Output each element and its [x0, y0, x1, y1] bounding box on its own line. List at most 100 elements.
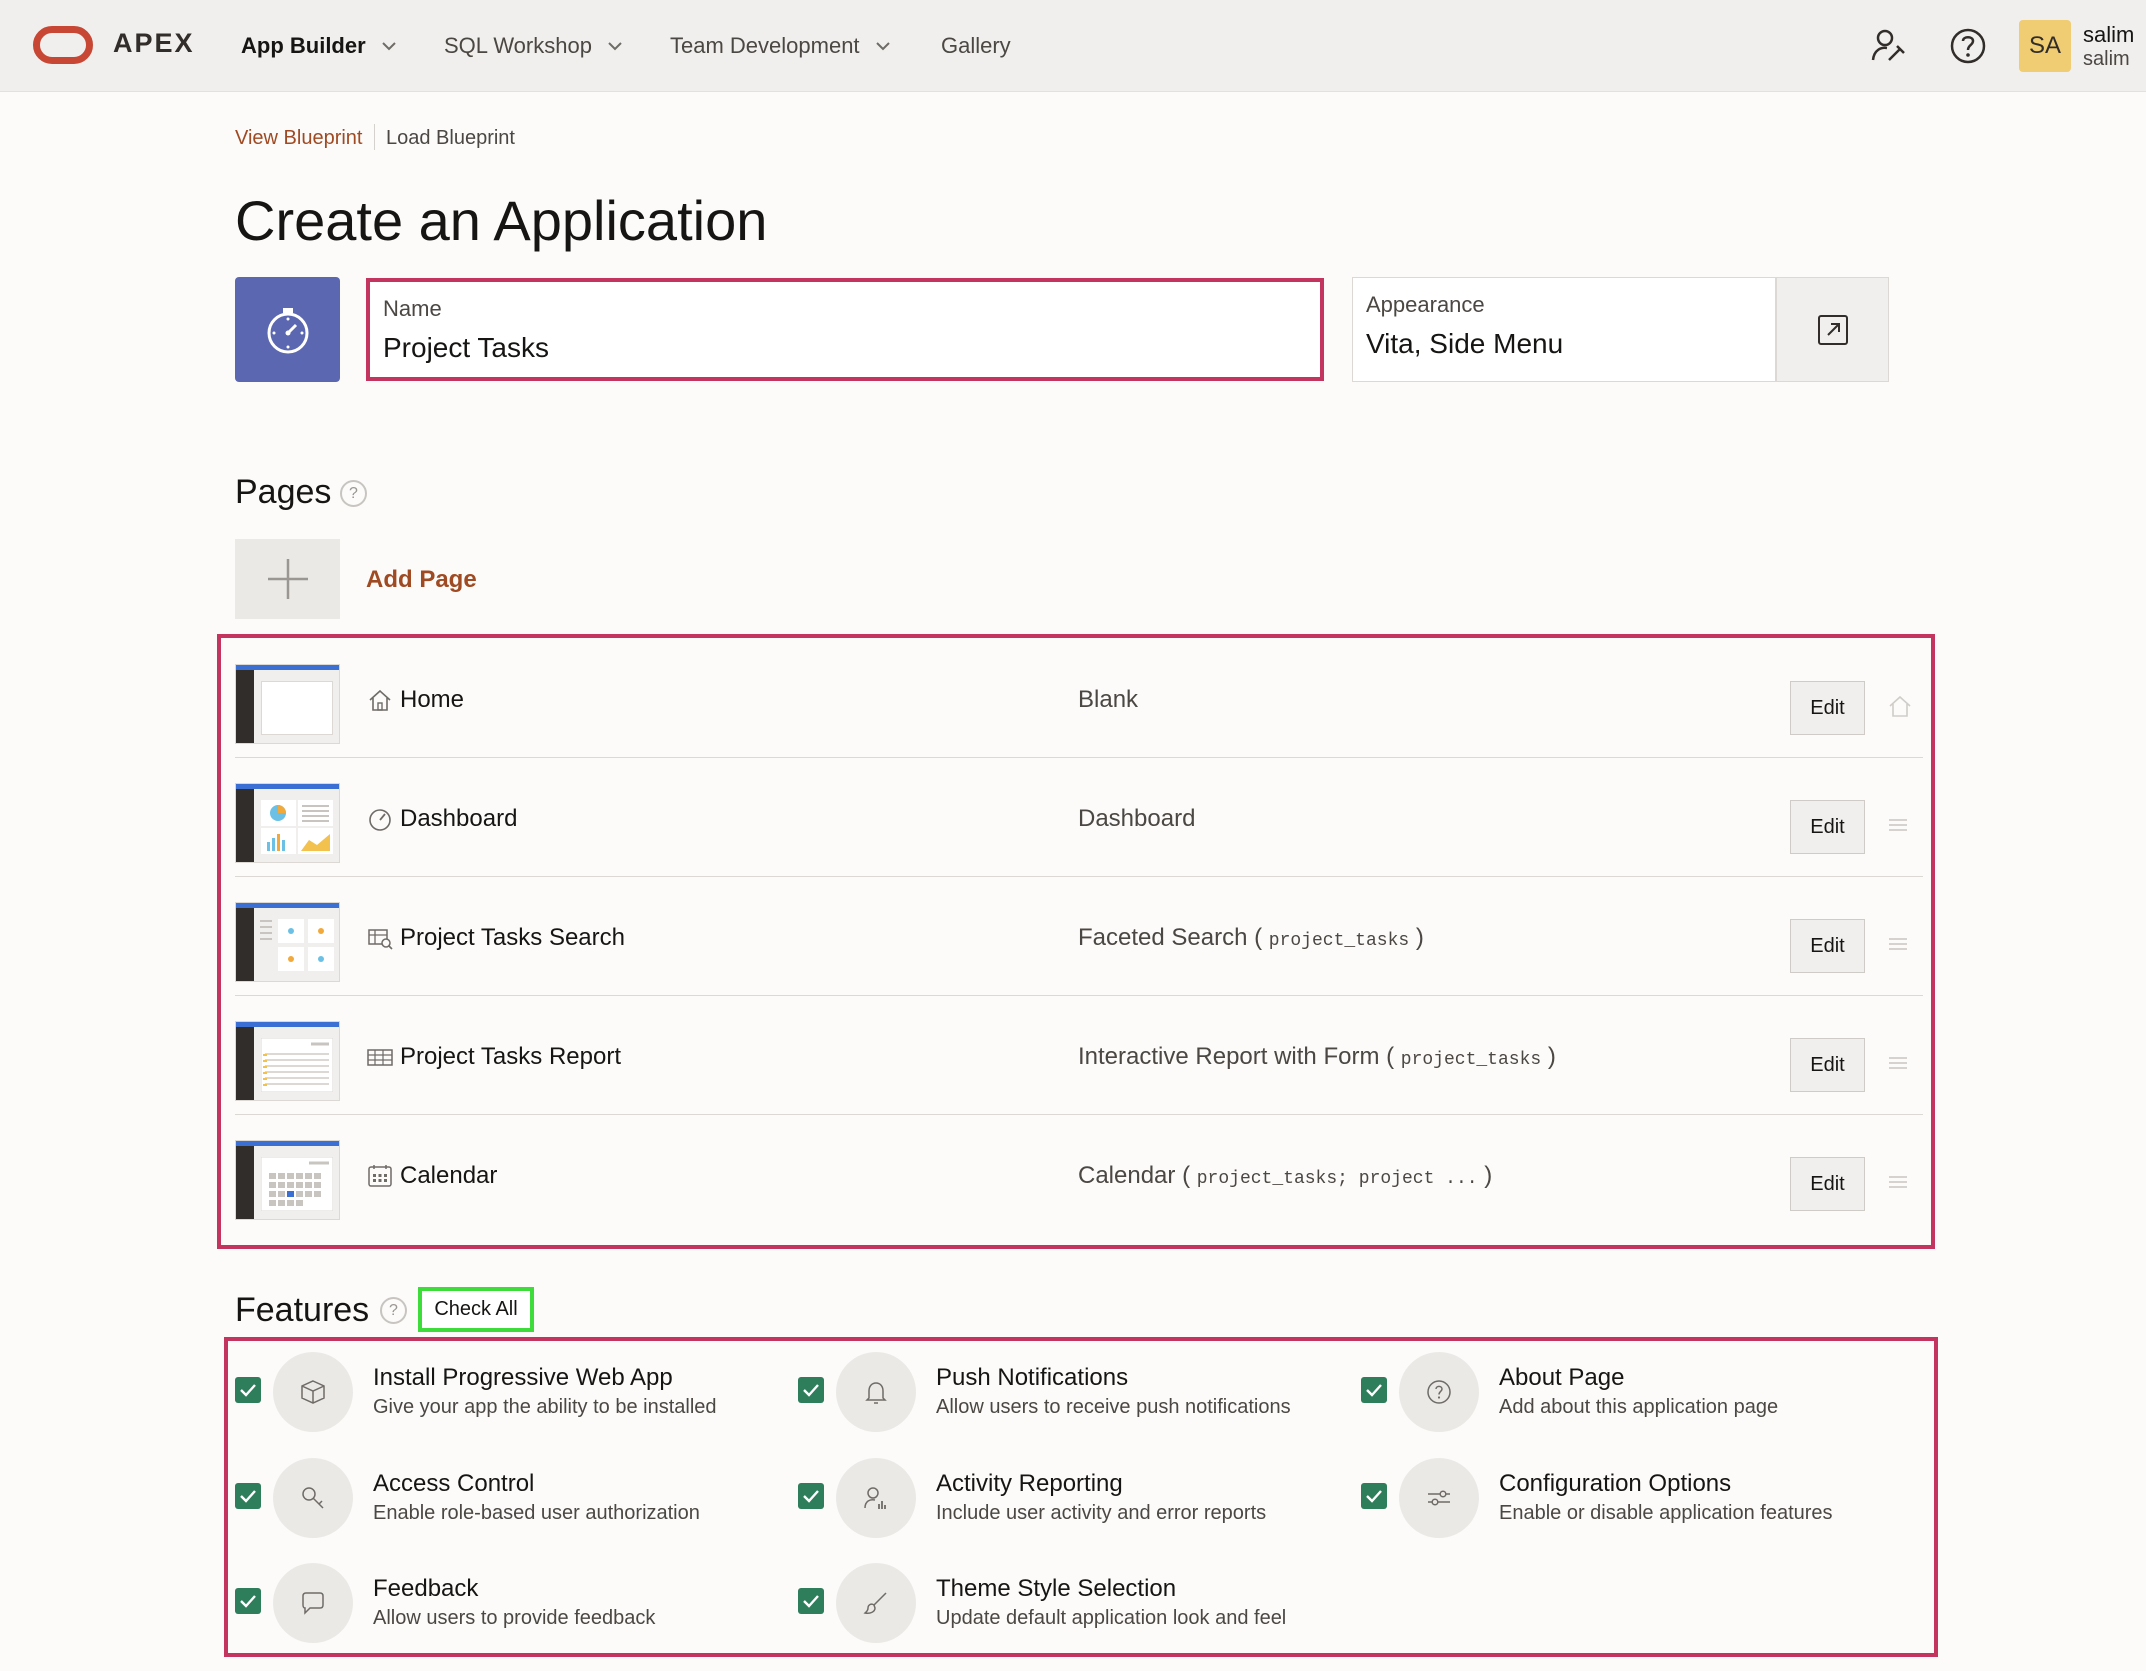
- package-icon: [301, 1380, 325, 1404]
- check-icon: [240, 1595, 256, 1608]
- page-name: Calendar: [400, 1162, 498, 1189]
- page-name: Project Tasks Search: [400, 924, 625, 951]
- breadcrumb-view-blueprint[interactable]: View Blueprint: [235, 127, 362, 150]
- feature-about-page: About Page Add about this application pa…: [1361, 1352, 1901, 1432]
- feature-checkbox[interactable]: [798, 1377, 824, 1403]
- page-type: Dashboard: [1078, 805, 1196, 832]
- edit-page-button[interactable]: Edit: [1790, 1038, 1865, 1092]
- feature-push-notifications: Push Notifications Allow users to receiv…: [798, 1352, 1338, 1432]
- add-page-tile[interactable]: [235, 539, 340, 619]
- bell-icon: [865, 1382, 887, 1404]
- breadcrumb-separator: [374, 124, 375, 150]
- stopwatch-icon: [267, 307, 308, 353]
- feature-checkbox[interactable]: [798, 1588, 824, 1614]
- check-icon: [803, 1490, 819, 1503]
- top-bar: APEX App Builder SQL Workshop Team Devel…: [0, 0, 2146, 92]
- feature-checkbox[interactable]: [235, 1377, 261, 1403]
- feature-install-pwa: Install Progressive Web App Give your ap…: [235, 1352, 775, 1432]
- help-icon[interactable]: [1948, 26, 1988, 66]
- feature-description: Enable or disable application features: [1499, 1502, 1833, 1524]
- check-icon: [1366, 1490, 1382, 1503]
- feature-feedback: Feedback Allow users to provide feedback: [235, 1563, 775, 1643]
- appearance-open-button[interactable]: [1776, 277, 1889, 382]
- check-icon: [240, 1384, 256, 1397]
- page-type: Blank: [1078, 686, 1139, 713]
- features-help-icon[interactable]: ?: [380, 1297, 407, 1324]
- feature-title: About Page: [1499, 1364, 1625, 1391]
- drag-handle-icon[interactable]: [1887, 815, 1909, 835]
- dashboard-icon: [369, 809, 391, 831]
- plus-icon: [267, 559, 308, 599]
- edit-page-button[interactable]: Edit: [1790, 919, 1865, 973]
- page-thumbnail-interactive-report: [235, 1021, 340, 1101]
- drag-handle-icon[interactable]: [1887, 934, 1909, 954]
- question-icon: [1427, 1380, 1451, 1404]
- brush-icon: [863, 1592, 887, 1614]
- feature-checkbox[interactable]: [235, 1483, 261, 1509]
- check-icon: [803, 1595, 819, 1608]
- chevron-down-icon: [381, 41, 396, 50]
- app-name-value[interactable]: Project Tasks: [383, 332, 549, 364]
- app-icon-button[interactable]: [235, 277, 340, 382]
- feature-description: Allow users to provide feedback: [373, 1607, 656, 1629]
- nav-team-development[interactable]: Team Development: [670, 33, 890, 59]
- feature-checkbox[interactable]: [1361, 1483, 1387, 1509]
- key-icon: [302, 1487, 324, 1509]
- page-row: Project Tasks Search Faceted Search ( pr…: [235, 877, 1923, 996]
- page-row: Dashboard Dashboard Edit: [235, 758, 1923, 877]
- page-row: Calendar Calendar ( project_tasks; proje…: [235, 1115, 1923, 1234]
- user-avatar[interactable]: SA: [2019, 20, 2071, 72]
- user-chart-icon: [864, 1487, 886, 1509]
- user-name[interactable]: salim: [2083, 22, 2134, 48]
- sliders-icon: [1428, 1490, 1450, 1506]
- feature-title: Feedback: [373, 1575, 479, 1602]
- page-name: Dashboard: [400, 805, 518, 832]
- app-name-field[interactable]: Name Project Tasks: [366, 278, 1324, 381]
- pages-help-icon[interactable]: ?: [340, 480, 367, 507]
- page-row: Project Tasks Report Interactive Report …: [235, 996, 1923, 1115]
- feature-description: Give your app the ability to be installe…: [373, 1396, 717, 1418]
- chevron-down-icon: [875, 41, 890, 50]
- page-thumbnail-blank: [235, 664, 340, 744]
- feature-theme-style-selection: Theme Style Selection Update default app…: [798, 1563, 1338, 1643]
- check-all-button[interactable]: Check All: [418, 1287, 534, 1332]
- feature-description: Enable role-based user authorization: [373, 1502, 700, 1524]
- feature-checkbox[interactable]: [1361, 1377, 1387, 1403]
- feature-checkbox[interactable]: [798, 1483, 824, 1509]
- feature-title: Push Notifications: [936, 1364, 1129, 1391]
- feature-title: Access Control: [373, 1470, 535, 1497]
- administration-icon[interactable]: [1869, 26, 1909, 66]
- nav-gallery[interactable]: Gallery: [941, 33, 1011, 59]
- nav-sql-workshop[interactable]: SQL Workshop: [444, 33, 622, 59]
- feature-checkbox[interactable]: [235, 1588, 261, 1614]
- edit-page-button[interactable]: Edit: [1790, 800, 1865, 854]
- page-type: Calendar ( project_tasks; project ... ): [1078, 1162, 1493, 1189]
- feature-description: Add about this application page: [1499, 1396, 1779, 1418]
- appearance-label: Appearance: [1366, 292, 1485, 317]
- oracle-logo[interactable]: [33, 26, 93, 64]
- external-link-icon: [1817, 314, 1848, 345]
- faceted-search-icon: [368, 929, 393, 950]
- report-icon: [367, 1049, 393, 1066]
- feature-description: Include user activity and error reports: [936, 1502, 1267, 1524]
- feature-description: Update default application look and feel: [936, 1607, 1287, 1629]
- edit-page-button[interactable]: Edit: [1790, 1157, 1865, 1211]
- drag-handle-icon[interactable]: [1887, 1172, 1909, 1192]
- edit-page-button[interactable]: Edit: [1790, 681, 1865, 735]
- features-heading: Features: [235, 1291, 370, 1329]
- add-page-link[interactable]: Add Page: [366, 566, 477, 594]
- check-icon: [1366, 1384, 1382, 1397]
- breadcrumb-load-blueprint: Load Blueprint: [386, 127, 515, 149]
- drag-handle-icon[interactable]: [1887, 1053, 1909, 1073]
- appearance-value: Vita, Side Menu: [1366, 328, 1564, 359]
- feature-activity-reporting: Activity Reporting Include user activity…: [798, 1458, 1338, 1538]
- page-source: project_tasks; project ...: [1196, 1169, 1478, 1189]
- page-name: Project Tasks Report: [400, 1043, 621, 1070]
- nav-app-builder[interactable]: App Builder: [241, 33, 396, 59]
- page-type: Interactive Report with Form ( project_t…: [1078, 1043, 1556, 1070]
- appearance-field[interactable]: Appearance Vita, Side Menu: [1352, 277, 1776, 382]
- home-page-icon: [1889, 695, 1911, 717]
- calendar-icon: [368, 1165, 392, 1187]
- feature-title: Activity Reporting: [936, 1470, 1123, 1497]
- brand-name[interactable]: APEX: [113, 28, 195, 59]
